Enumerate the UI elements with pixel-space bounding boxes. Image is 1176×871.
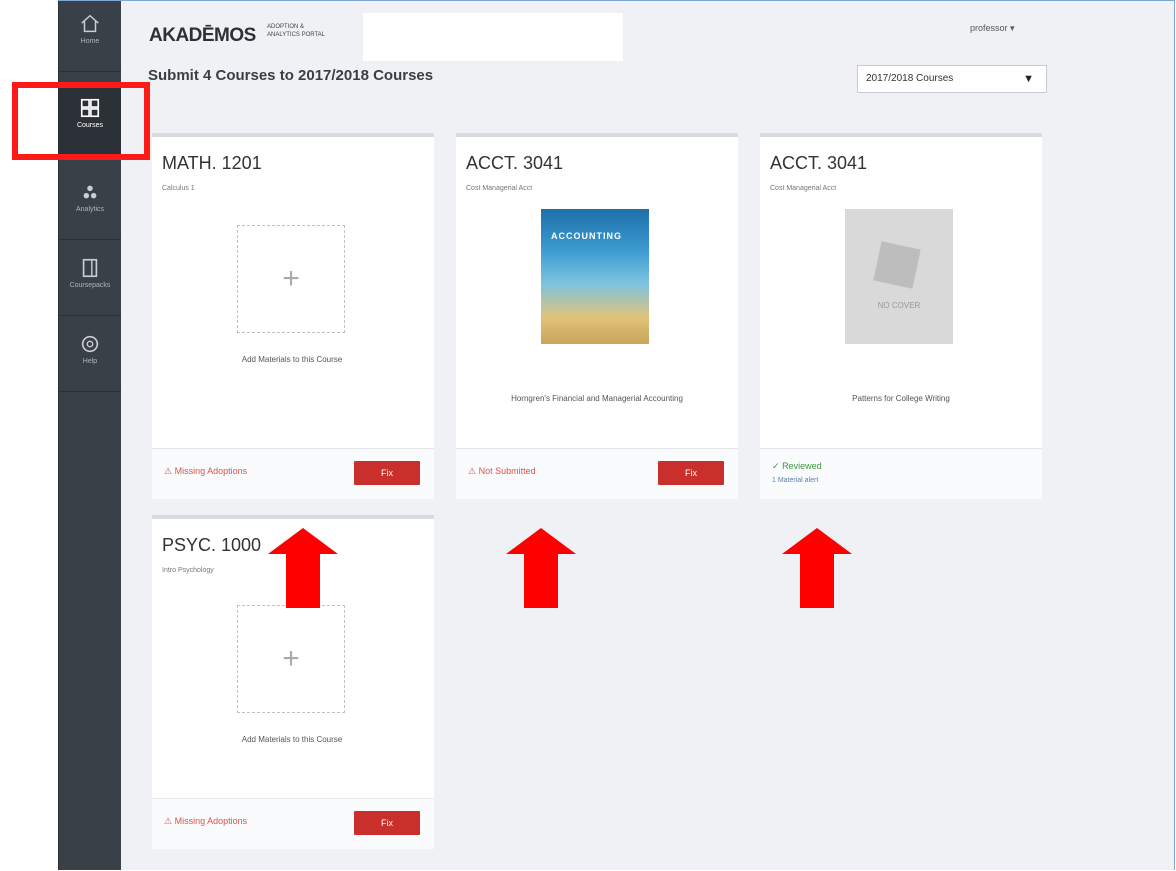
book-cover-title: ACCOUNTING	[551, 231, 622, 241]
fix-button[interactable]: Fix	[354, 461, 420, 485]
add-materials-text: Add Materials to this Course	[241, 735, 343, 744]
annotation-highlight-box	[12, 82, 150, 160]
help-icon	[81, 335, 99, 353]
book-cover[interactable]: ACCOUNTING	[541, 209, 649, 344]
course-name: Cost Managerial Acct	[466, 185, 533, 192]
sidebar-item-label: Home	[80, 38, 100, 45]
course-card: ACCT. 3041 Cost Managerial Acct NO COVER…	[760, 133, 1042, 499]
add-material-button[interactable]: +	[237, 605, 345, 713]
warning-icon: ⚠	[164, 466, 173, 476]
sidebar-item-label: Coursepacks	[69, 282, 111, 289]
app-frame: Home Courses Analytics Coursepacks Help …	[58, 0, 1175, 870]
card-footer: ✓ Reviewed 1 Material alert	[760, 448, 1042, 499]
course-code[interactable]: PSYC. 1000	[162, 535, 261, 556]
course-code[interactable]: ACCT. 3041	[466, 153, 563, 174]
fix-button[interactable]: Fix	[658, 461, 724, 485]
course-name: Calculus 1	[162, 185, 195, 192]
course-name: Intro Psychology	[162, 567, 214, 574]
coursepack-icon	[82, 258, 98, 278]
annotation-arrow-icon	[506, 528, 576, 608]
status-text: Missing Adoptions	[174, 816, 248, 826]
term-select-value: 2017/2018 Courses	[866, 73, 954, 84]
course-code[interactable]: MATH. 1201	[162, 153, 262, 174]
analytics-icon	[83, 185, 97, 199]
status-text: Missing Adoptions	[174, 466, 248, 476]
sidebar-item-home[interactable]: Home	[59, 1, 121, 72]
material-title: Horngren's Financial and Managerial Acco…	[511, 394, 683, 403]
status-warning: ⚠ Missing Adoptions	[164, 466, 247, 477]
no-cover-text: NO COVER	[877, 301, 921, 310]
brand-subtitle: ADOPTION & ANALYTICS PORTAL	[267, 24, 326, 38]
status-text: Reviewed	[782, 461, 822, 471]
warning-icon: ⚠	[468, 466, 477, 476]
home-icon	[81, 14, 99, 33]
page-title: Submit 4 Courses to 2017/2018 Courses	[148, 67, 434, 84]
sidebar-item-coursepacks[interactable]: Coursepacks	[59, 245, 121, 316]
add-materials-text: Add Materials to this Course	[241, 355, 343, 364]
sidebar-item-help[interactable]: Help	[59, 321, 121, 392]
material-alert-link[interactable]: 1 Material alert	[772, 477, 818, 484]
placeholder-image-icon	[873, 241, 921, 289]
plus-icon: +	[282, 262, 300, 295]
sidebar-item-analytics[interactable]: Analytics	[59, 169, 121, 240]
status-warning: ⚠ Not Submitted	[468, 466, 536, 477]
course-card: MATH. 1201 Calculus 1 + Add Materials to…	[152, 133, 434, 499]
status-text: Not Submitted	[478, 466, 536, 476]
course-card: ACCT. 3041 Cost Managerial Acct ACCOUNTI…	[456, 133, 738, 499]
card-footer: ⚠ Missing Adoptions Fix	[152, 798, 434, 849]
sidebar-item-label: Analytics	[75, 206, 104, 213]
warning-icon: ⚠	[164, 816, 173, 826]
annotation-arrow-icon	[782, 528, 852, 608]
sidebar-item-label: Help	[82, 358, 98, 365]
add-material-button[interactable]: +	[237, 225, 345, 333]
annotation-arrow-icon	[268, 528, 338, 608]
card-footer: ⚠ Not Submitted Fix	[456, 448, 738, 499]
blank-panel	[363, 13, 623, 61]
check-icon: ✓	[772, 461, 780, 471]
fix-button[interactable]: Fix	[354, 811, 420, 835]
material-title: Patterns for College Writing	[852, 394, 950, 403]
term-select[interactable]: 2017/2018 Courses ▼	[857, 65, 1047, 93]
caret-down-icon: ▼	[1023, 73, 1034, 85]
status-warning: ⚠ Missing Adoptions	[164, 816, 247, 827]
plus-icon: +	[282, 642, 300, 675]
card-footer: ⚠ Missing Adoptions Fix	[152, 448, 434, 499]
user-menu[interactable]: professor ▾	[970, 23, 1015, 34]
no-cover-image: NO COVER	[845, 209, 953, 344]
course-code[interactable]: ACCT. 3041	[770, 153, 867, 174]
brand-logo: AKADĒMOS	[149, 25, 256, 46]
course-name: Cost Managerial Acct	[770, 185, 837, 192]
status-ok: ✓ Reviewed	[772, 461, 822, 472]
